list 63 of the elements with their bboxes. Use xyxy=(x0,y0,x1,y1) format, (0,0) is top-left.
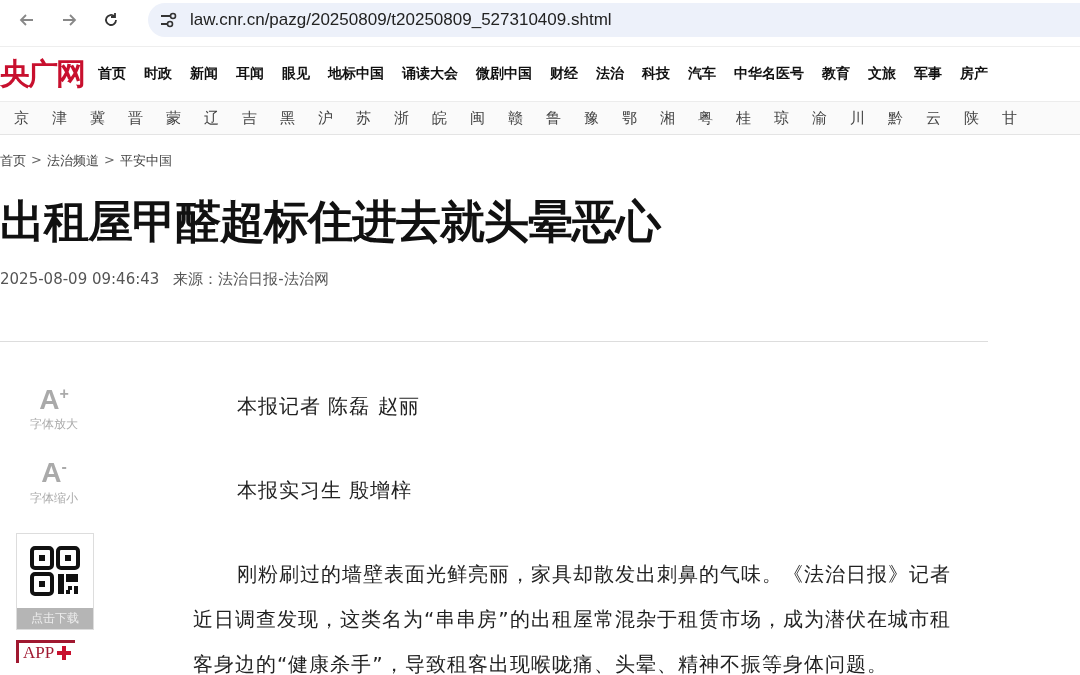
article-title: 出租屋甲醛超标住进去就头晕恶心 xyxy=(0,194,663,250)
region-link[interactable]: 云 xyxy=(926,108,941,128)
region-link[interactable]: 赣 xyxy=(508,108,523,128)
publish-date: 2025-08-09 09:46:43 xyxy=(0,270,160,289)
nav-link[interactable]: 财经 xyxy=(550,65,578,83)
breadcrumb-link[interactable]: 平安中国 xyxy=(119,152,172,170)
region-link[interactable]: 黔 xyxy=(888,108,903,128)
nav-link[interactable]: 首页 xyxy=(98,65,126,83)
region-link[interactable]: 苏 xyxy=(356,108,371,128)
region-link[interactable]: 湘 xyxy=(660,108,675,128)
nav-link[interactable]: 汽车 xyxy=(688,65,716,83)
region-link[interactable]: 蒙 xyxy=(166,108,181,128)
font-size-icon: A$^{-}$ xyxy=(41,459,67,488)
breadcrumb-separator: > xyxy=(31,152,42,169)
byline: 本报实习生 殷增梓 xyxy=(236,477,414,504)
region-link[interactable]: 津 xyxy=(52,108,67,128)
region-link[interactable]: 渝 xyxy=(812,108,827,128)
address-field[interactable]: law.cnr.cn/pazg/20250809/t20250809_527310409.shtml xyxy=(148,3,1080,37)
region-link[interactable]: 粤 xyxy=(698,108,713,128)
region-link[interactable]: 豫 xyxy=(584,108,599,128)
region-link[interactable]: 闽 xyxy=(470,108,485,128)
font-size-icon: A$^{+}$ xyxy=(39,386,69,415)
nav-link[interactable]: 中华名医号 xyxy=(734,65,804,83)
nav-link[interactable]: 教育 xyxy=(822,65,850,83)
site-logo[interactable]: 央广网 xyxy=(0,53,84,95)
nav-link[interactable]: 诵读大会 xyxy=(402,65,458,83)
region-link[interactable]: 陕 xyxy=(964,108,979,128)
nav-link[interactable]: 时政 xyxy=(144,65,172,83)
region-link[interactable]: 浙 xyxy=(394,108,409,128)
breadcrumb-separator: > xyxy=(103,152,115,169)
nav-link[interactable]: 房产 xyxy=(960,65,988,83)
article-paragraph: 刚粉刷过的墙壁表面光鲜亮丽，家具却散发出刺鼻的气味。《法治日报》记者近日调查发现，这类名为“串串房”的出租屋常混杂于租赁市场，成为潜伏在城市租客身边的“健康杀手”，导致租客出现喉咙痛、头晕、精神不振等身体问题。 xyxy=(193,561,952,675)
region-link[interactable]: 甘 xyxy=(1002,108,1017,128)
nav-link[interactable]: 法治 xyxy=(596,65,624,83)
region-link[interactable]: 冀 xyxy=(90,108,105,128)
app-badge[interactable]: APP xyxy=(16,639,76,663)
nav-link[interactable]: 科技 xyxy=(642,65,670,83)
nav-link[interactable]: 文旅 xyxy=(868,65,896,83)
region-link[interactable]: 皖 xyxy=(432,108,447,128)
nav-link[interactable]: 微剧中国 xyxy=(476,65,532,83)
region-link[interactable]: 鄂 xyxy=(622,108,637,128)
region-link[interactable]: 黑 xyxy=(280,108,295,128)
nav-link[interactable]: 军事 xyxy=(914,65,942,83)
site-settings-icon[interactable] xyxy=(160,12,178,28)
nav-link[interactable]: 地标中国 xyxy=(328,65,384,83)
breadcrumb-link[interactable]: 首页 xyxy=(0,152,26,170)
region-link[interactable]: 晋 xyxy=(128,108,143,128)
nav-link[interactable]: 眼见 xyxy=(282,65,310,83)
breadcrumb-link[interactable]: 法治频道 xyxy=(46,152,99,170)
region-link[interactable]: 沪 xyxy=(318,108,333,128)
region-link[interactable]: 京 xyxy=(14,108,29,128)
region-link[interactable]: 琼 xyxy=(774,108,789,128)
article-source: 来源：法治日报-法治网 xyxy=(173,270,329,289)
region-link[interactable]: 吉 xyxy=(242,108,257,128)
region-link[interactable]: 辽 xyxy=(204,108,219,128)
nav-link[interactable]: 耳闻 xyxy=(236,65,264,83)
qr-code-icon xyxy=(30,545,80,596)
reload-icon xyxy=(102,11,120,29)
nav-link[interactable]: 新闻 xyxy=(190,65,218,83)
region-link[interactable]: 川 xyxy=(850,108,865,128)
region-link[interactable]: 鲁 xyxy=(546,108,561,128)
byline: 本报记者 陈磊 赵丽 xyxy=(236,393,421,420)
region-link[interactable]: 桂 xyxy=(736,108,751,128)
